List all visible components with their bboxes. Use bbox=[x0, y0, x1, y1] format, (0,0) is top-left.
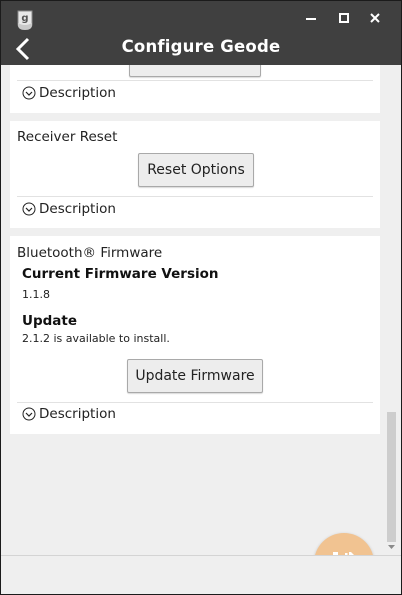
divider bbox=[17, 196, 373, 197]
description-label: Description bbox=[39, 85, 116, 101]
divider bbox=[17, 80, 373, 81]
minimize-icon[interactable] bbox=[301, 9, 321, 27]
update-firmware-button[interactable]: Update Firmware bbox=[127, 359, 263, 393]
app-icon: g bbox=[17, 10, 33, 30]
description-label: Description bbox=[39, 201, 116, 217]
maximize-icon[interactable] bbox=[334, 9, 354, 27]
previous-setting-card: Description bbox=[10, 65, 380, 113]
update-label: Update bbox=[22, 313, 78, 329]
chevron-down-icon bbox=[22, 407, 36, 421]
reset-options-button[interactable]: Reset Options bbox=[138, 153, 254, 187]
bluetooth-firmware-card: Bluetooth® Firmware Current Firmware Ver… bbox=[10, 236, 380, 434]
bottom-divider bbox=[1, 555, 401, 556]
divider bbox=[17, 402, 373, 403]
bluetooth-firmware-title: Bluetooth® Firmware bbox=[17, 245, 163, 261]
page-title: Configure Geode bbox=[121, 37, 281, 56]
app-window: g Configure Geode Description Receiver R… bbox=[1, 1, 401, 594]
save-button[interactable] bbox=[314, 533, 374, 555]
description-label: Description bbox=[39, 406, 116, 422]
current-firmware-label: Current Firmware Version bbox=[22, 266, 219, 282]
scrollbar-thumb[interactable] bbox=[387, 412, 396, 542]
chevron-down-icon bbox=[22, 86, 36, 100]
vertical-scrollbar[interactable] bbox=[383, 65, 401, 555]
scroll-down-arrow-icon[interactable] bbox=[387, 543, 396, 551]
description-toggle[interactable]: Description bbox=[22, 404, 116, 424]
receiver-reset-title: Receiver Reset bbox=[17, 129, 118, 145]
chevron-down-icon bbox=[22, 202, 36, 216]
description-toggle[interactable]: Description bbox=[22, 199, 116, 219]
current-firmware-value: 1.1.8 bbox=[22, 288, 50, 301]
title-bar: g bbox=[1, 1, 401, 34]
update-availability-text: 2.1.2 is available to install. bbox=[22, 332, 170, 345]
close-icon[interactable] bbox=[365, 9, 385, 27]
app-icon-letter: g bbox=[21, 13, 28, 24]
receiver-reset-card: Receiver Reset Reset Options Description bbox=[10, 121, 380, 228]
previous-card-button[interactable] bbox=[129, 65, 261, 77]
settings-scroll-area[interactable]: Description Receiver Reset Reset Options… bbox=[1, 65, 383, 555]
app-header: Configure Geode bbox=[1, 34, 401, 65]
description-toggle[interactable]: Description bbox=[22, 83, 116, 103]
